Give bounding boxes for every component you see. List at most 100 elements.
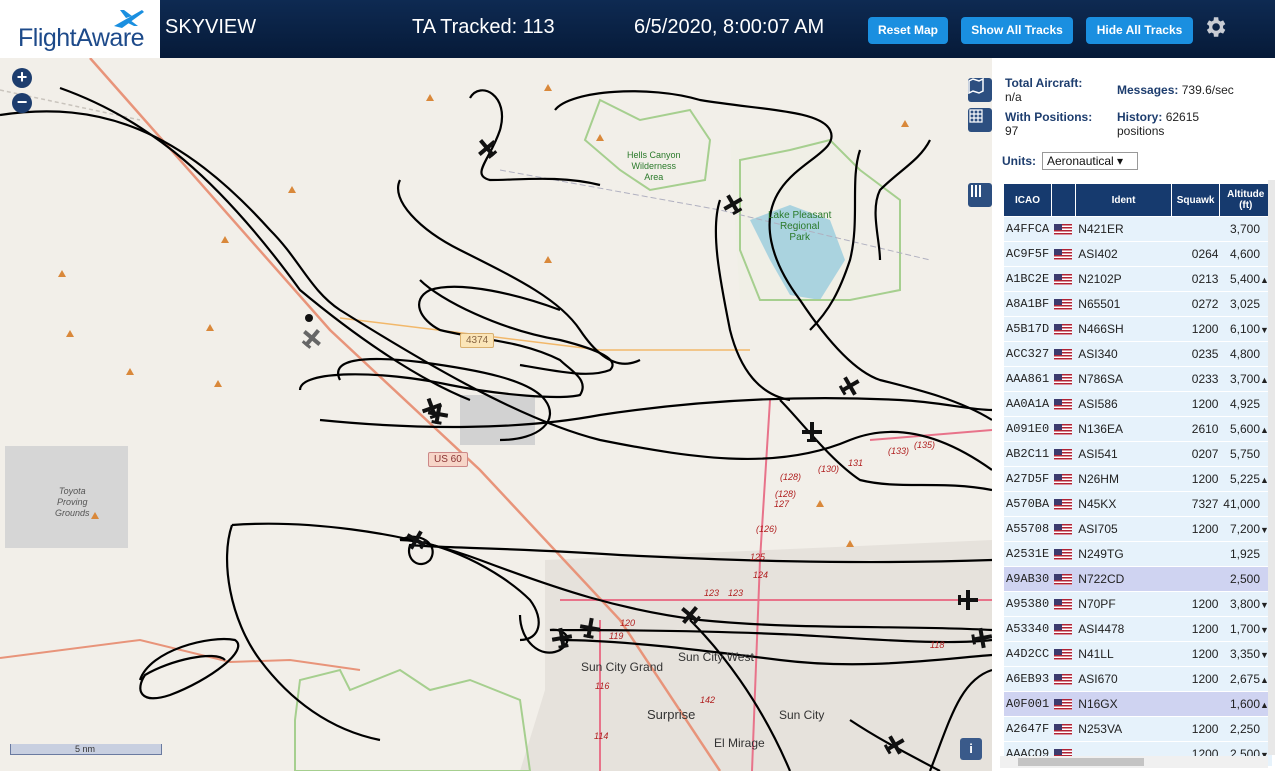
altitude-value: 3,700: [1229, 372, 1260, 386]
altitude-value: 1,925: [1229, 547, 1260, 561]
table-row[interactable]: ACC327 ASI340 0235 4,800: [1004, 342, 1272, 366]
table-row[interactable]: A27D5F N26HM 1200 5,225▲: [1004, 467, 1272, 491]
column-header-ident[interactable]: Ident: [1076, 184, 1172, 216]
vertical-scrollbar[interactable]: [1268, 180, 1275, 755]
icao-cell: A1BC2E: [1004, 267, 1052, 291]
icao-cell: A4FFCA: [1004, 217, 1052, 241]
ident-cell: ASI541: [1076, 442, 1172, 466]
flag-cell: [1051, 217, 1077, 241]
map-view[interactable]: Hells Canyon Wilderness Area Lake Pleasa…: [0, 58, 992, 771]
hide-all-tracks-button[interactable]: Hide All Tracks: [1086, 17, 1193, 44]
road-label: (133): [888, 446, 910, 456]
icao-cell: AA0A1A: [1004, 392, 1052, 416]
icao-cell: A0F001: [1004, 692, 1052, 716]
us-flag-icon: [1053, 549, 1072, 561]
info-button[interactable]: i: [960, 738, 982, 760]
column-header-altitude[interactable]: Altitude (ft): [1220, 184, 1272, 216]
squawk-cell: [1171, 542, 1221, 566]
label-sun-city-grand: Sun City Grand: [581, 660, 664, 674]
icao-cell: A8A1BF: [1004, 292, 1052, 316]
table-row[interactable]: A6EB93 ASI670 1200 2,675▲: [1004, 667, 1272, 691]
altitude-cell: 5,750: [1220, 442, 1272, 466]
squawk-cell: 1200: [1171, 617, 1221, 641]
us-flag-icon: [1053, 399, 1072, 411]
flag-cell: [1051, 492, 1077, 516]
squawk-cell: 0233: [1171, 367, 1221, 391]
table-row[interactable]: A53340 ASI4478 1200 1,700▼: [1004, 617, 1272, 641]
table-row[interactable]: A091E0 N136EA 2610 5,600▲: [1004, 417, 1272, 441]
altitude-cell: 3,700: [1220, 217, 1272, 241]
table-row[interactable]: AAA861 N786SA 0233 3,700▲: [1004, 367, 1272, 391]
road-label: 123: [704, 588, 720, 598]
squawk-cell: 7327: [1171, 492, 1221, 516]
show-all-tracks-button[interactable]: Show All Tracks: [961, 17, 1073, 44]
table-row[interactable]: A95380 N70PF 1200 3,800▼: [1004, 592, 1272, 616]
units-select[interactable]: Aeronautical ▾: [1042, 152, 1138, 170]
ident-cell: N722CD: [1076, 567, 1172, 591]
map-scale: 5 nm: [10, 744, 162, 760]
reset-map-button[interactable]: Reset Map: [868, 17, 948, 44]
table-row[interactable]: A2531E N249TG 1,925: [1004, 542, 1272, 566]
altitude-cell: 2,250: [1220, 717, 1272, 741]
us-flag-icon: [1053, 324, 1072, 336]
columns-icon[interactable]: [968, 183, 992, 207]
column-header-flag[interactable]: [1051, 184, 1077, 216]
icao-cell: AC9F5F: [1004, 242, 1052, 266]
history-value: 62615: [1165, 110, 1200, 124]
table-row[interactable]: A4D2CC N41LL 1200 3,350▼: [1004, 642, 1272, 666]
road-label: (130): [818, 464, 840, 474]
gear-icon[interactable]: [1202, 14, 1228, 40]
altitude-cell: 4,800: [1220, 342, 1272, 366]
altitude-cell: 1,600▲: [1220, 692, 1272, 716]
column-header-icao[interactable]: ICAO: [1004, 184, 1052, 216]
road-label: 131: [848, 458, 864, 468]
ident-cell: N45KX: [1076, 492, 1172, 516]
icao-cell: A570BA: [1004, 492, 1052, 516]
icao-cell: A2531E: [1004, 542, 1052, 566]
table-row[interactable]: A1BC2E N2102P 0213 5,400▲: [1004, 267, 1272, 291]
ident-cell: ASI4478: [1076, 617, 1172, 641]
zoom-out-button[interactable]: −: [12, 93, 32, 113]
table-row[interactable]: AB2C11 ASI541 0207 5,750: [1004, 442, 1272, 466]
us-flag-icon: [1053, 524, 1072, 536]
table-row[interactable]: A570BA N45KX 7327 41,000: [1004, 492, 1272, 516]
altitude-value: 3,025: [1229, 297, 1260, 311]
table-row[interactable]: AC9F5F ASI402 0264 4,600: [1004, 242, 1272, 266]
ident-cell: N16GX: [1076, 692, 1172, 716]
table-row[interactable]: A55708 ASI705 1200 7,200▼: [1004, 517, 1272, 541]
table-row[interactable]: A0F001 N16GX 1,600▲: [1004, 692, 1272, 716]
map-layers-icon[interactable]: [968, 78, 992, 102]
table-row[interactable]: A2647F N253VA 1200 2,250: [1004, 717, 1272, 741]
grid-icon[interactable]: [968, 108, 992, 132]
table-row[interactable]: AA0A1A ASI586 1200 4,925: [1004, 392, 1272, 416]
horizontal-scrollbar[interactable]: [1000, 756, 1268, 768]
altitude-value: 3,350: [1229, 647, 1260, 661]
table-row[interactable]: A4FFCA N421ER 3,700: [1004, 217, 1272, 241]
altitude-cell: 6,100▼: [1220, 317, 1272, 341]
table-header-row: ICAO Ident Squawk Altitude (ft): [1004, 184, 1272, 216]
us-flag-icon: [1053, 674, 1072, 686]
table-row[interactable]: A5B17D N466SH 1200 6,100▼: [1004, 317, 1272, 341]
history-label: History:: [1117, 110, 1163, 124]
messages-label: Messages:: [1117, 83, 1179, 97]
altitude-value: 5,225: [1229, 472, 1260, 486]
zoom-in-button[interactable]: +: [12, 68, 32, 88]
flightaware-logo[interactable]: FlightAware: [0, 0, 160, 58]
total-aircraft-stat: Total Aircraft: n/a: [1005, 76, 1082, 104]
us-flag-icon: [1053, 449, 1072, 461]
table-row[interactable]: A9AB30 N722CD 2,500: [1004, 567, 1272, 591]
flag-cell: [1051, 642, 1077, 666]
squawk-cell: 0264: [1171, 242, 1221, 266]
units-label: Units:: [1002, 154, 1036, 168]
altitude-value: 4,800: [1229, 347, 1260, 361]
squawk-cell: 0207: [1171, 442, 1221, 466]
scrollbar-thumb[interactable]: [1018, 758, 1144, 766]
flag-cell: [1051, 717, 1077, 741]
column-header-squawk[interactable]: Squawk: [1171, 184, 1221, 216]
table-row[interactable]: A8A1BF N65501 0272 3,025: [1004, 292, 1272, 316]
altitude-value: 6,100: [1229, 322, 1260, 336]
road-label: 142: [700, 695, 716, 705]
altitude-value: 4,600: [1229, 247, 1260, 261]
road-label: 124: [753, 570, 769, 580]
label-sun-city: Sun City: [779, 708, 825, 722]
